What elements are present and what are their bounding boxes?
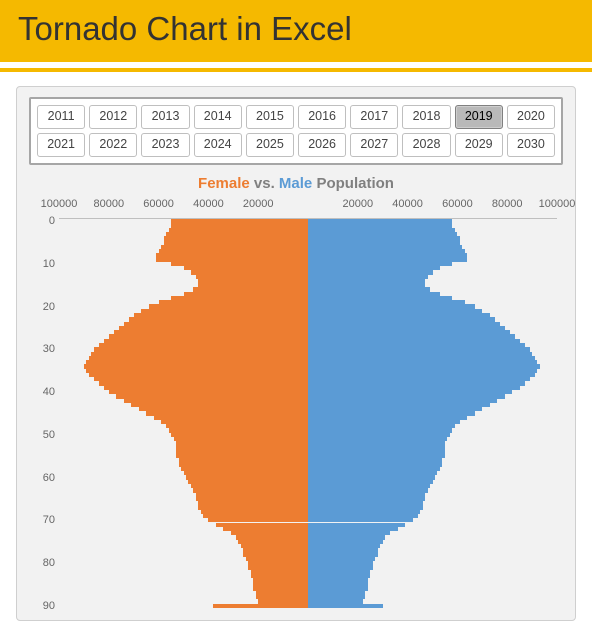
year-2021-button[interactable]: 2021 xyxy=(37,133,85,157)
male-bar-age-90 xyxy=(308,604,383,608)
slicer-row-1: 2011201220132014201520162017201820192020 xyxy=(37,105,555,129)
chart-title-vs: vs. xyxy=(250,175,279,192)
year-2018-button[interactable]: 2018 xyxy=(402,105,450,129)
year-2028-button[interactable]: 2028 xyxy=(402,133,450,157)
year-2023-button[interactable]: 2023 xyxy=(141,133,189,157)
chart-title: Female vs. Male Population xyxy=(17,175,575,192)
year-2022-button[interactable]: 2022 xyxy=(89,133,137,157)
year-2027-button[interactable]: 2027 xyxy=(350,133,398,157)
y-tick-90: 90 xyxy=(29,600,55,612)
year-2024-button[interactable]: 2024 xyxy=(194,133,242,157)
year-2030-button[interactable]: 2030 xyxy=(507,133,555,157)
year-slicer: 2011201220132014201520162017201820192020… xyxy=(29,97,563,165)
y-tick-70: 70 xyxy=(29,514,55,526)
year-2013-button[interactable]: 2013 xyxy=(141,105,189,129)
y-tick-40: 40 xyxy=(29,386,55,398)
x-tick-left-40000: 40000 xyxy=(193,198,224,210)
page-title: Tornado Chart in Excel xyxy=(18,10,574,48)
page-header: Tornado Chart in Excel xyxy=(0,0,592,62)
x-tick-right-60000: 60000 xyxy=(442,198,473,210)
chart-area: 1000008000060000400002000020000400006000… xyxy=(59,198,557,608)
year-2016-button[interactable]: 2016 xyxy=(298,105,346,129)
y-tick-60: 60 xyxy=(29,472,55,484)
chart-title-suffix: Population xyxy=(312,175,394,192)
age-row-90 xyxy=(59,604,557,608)
female-bar-age-90 xyxy=(213,604,308,608)
y-tick-10: 10 xyxy=(29,258,55,270)
chart-title-male: Male xyxy=(279,175,312,192)
year-2012-button[interactable]: 2012 xyxy=(89,105,137,129)
slicer-row-2: 2021202220232024202520262027202820292030 xyxy=(37,133,555,157)
y-tick-0: 0 xyxy=(29,215,55,227)
y-tick-50: 50 xyxy=(29,429,55,441)
year-2029-button[interactable]: 2029 xyxy=(455,133,503,157)
year-2014-button[interactable]: 2014 xyxy=(194,105,242,129)
header-rule xyxy=(0,68,592,72)
year-2011-button[interactable]: 2011 xyxy=(37,105,85,129)
x-tick-left-80000: 80000 xyxy=(94,198,125,210)
year-2020-button[interactable]: 2020 xyxy=(507,105,555,129)
plot-area: 0102030405060708090 xyxy=(59,218,557,608)
y-tick-20: 20 xyxy=(29,301,55,313)
x-tick-left-60000: 60000 xyxy=(143,198,174,210)
y-tick-30: 30 xyxy=(29,343,55,355)
x-tick-right-100000: 100000 xyxy=(539,198,576,210)
x-tick-right-40000: 40000 xyxy=(392,198,423,210)
year-2026-button[interactable]: 2026 xyxy=(298,133,346,157)
x-tick-left-100000: 100000 xyxy=(41,198,78,210)
chart-title-female: Female xyxy=(198,175,250,192)
year-2019-button[interactable]: 2019 xyxy=(455,105,503,129)
year-2025-button[interactable]: 2025 xyxy=(246,133,294,157)
y-tick-80: 80 xyxy=(29,557,55,569)
x-axis: 1000008000060000400002000020000400006000… xyxy=(59,198,557,216)
x-tick-right-20000: 20000 xyxy=(343,198,374,210)
x-tick-left-20000: 20000 xyxy=(243,198,274,210)
chart-panel: 2011201220132014201520162017201820192020… xyxy=(16,86,576,621)
year-2015-button[interactable]: 2015 xyxy=(246,105,294,129)
x-tick-right-80000: 80000 xyxy=(492,198,523,210)
year-2017-button[interactable]: 2017 xyxy=(350,105,398,129)
